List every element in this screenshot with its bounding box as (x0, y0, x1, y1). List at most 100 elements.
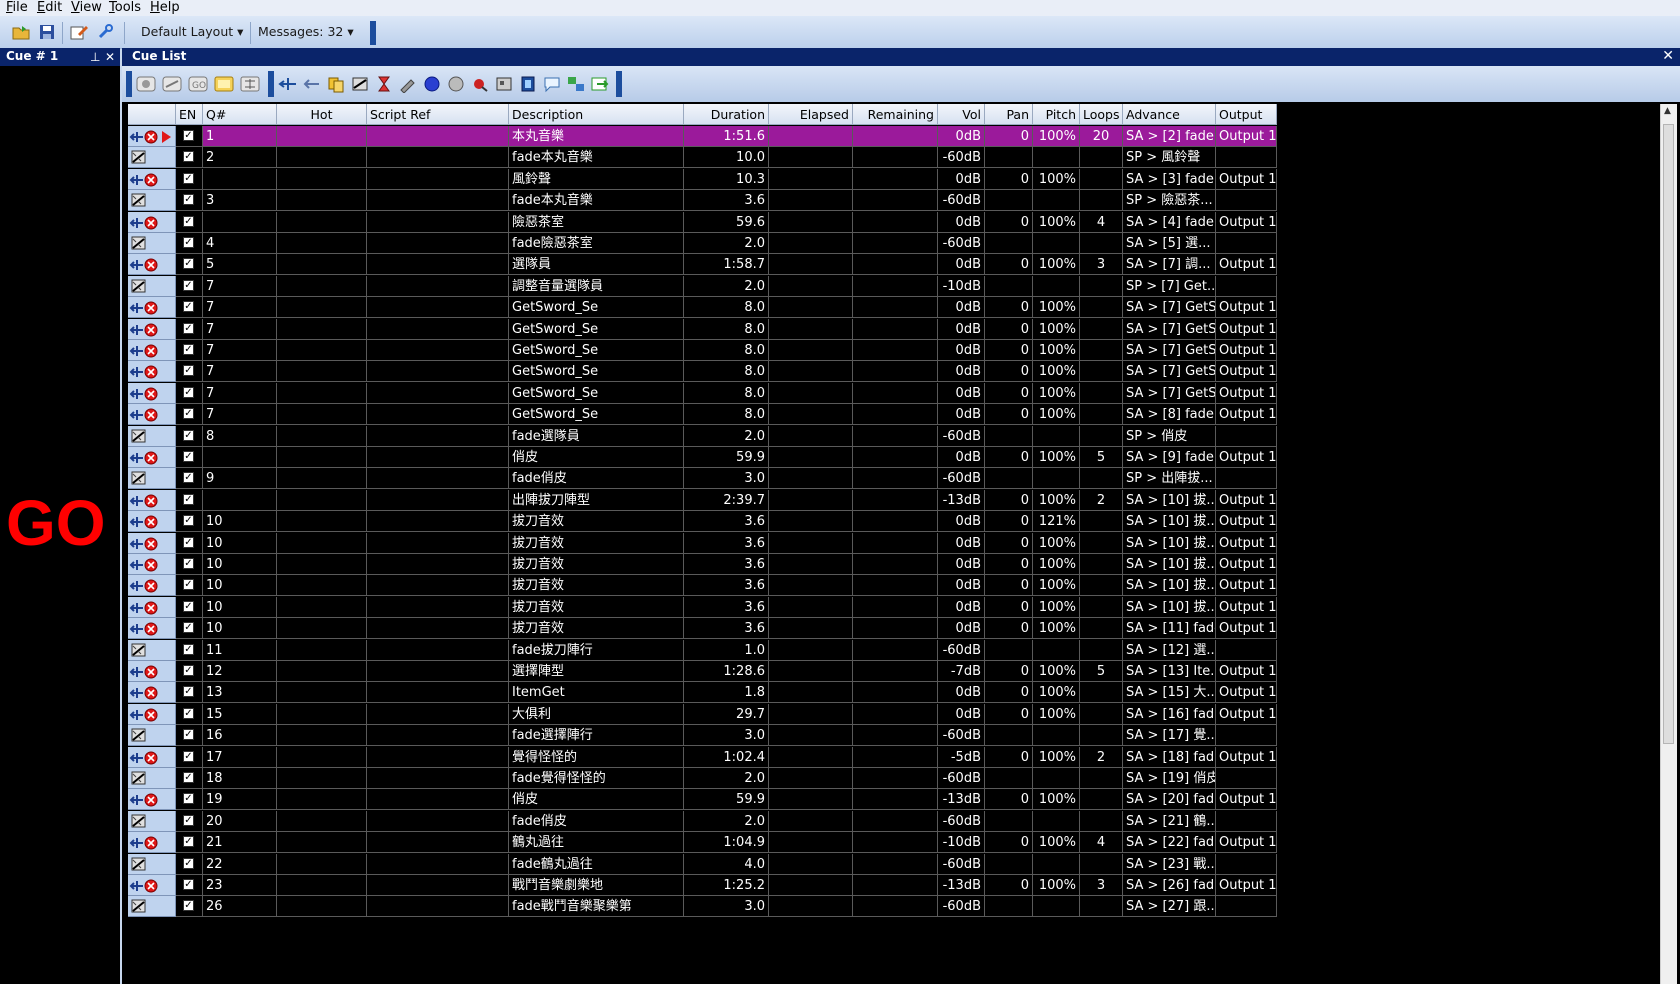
column-header-pitch[interactable]: Pitch (1033, 104, 1080, 125)
cue-type-cell[interactable] (128, 211, 176, 233)
toolbar-grip[interactable] (268, 71, 274, 97)
enabled-checkbox[interactable]: ✓ (183, 643, 194, 655)
expand-button[interactable] (238, 72, 262, 96)
cue-row[interactable]: ✓ 2 fade本丸音樂 10.0 -60dB SP > 風鈴聲 (128, 147, 1277, 169)
column-header-hot[interactable]: Hot (277, 104, 367, 125)
cue-type-cell[interactable] (128, 447, 176, 468)
cue-row[interactable]: ✓ 7 GetSword_Se8.0 0dB0100% SA > [7] GetS...… (128, 361, 1277, 383)
cue-row[interactable]: ✓ 風鈴聲10.3 0dB0100% SA > [3] fade...Output 1 (128, 168, 1277, 190)
enabled-checkbox[interactable]: ✓ (183, 558, 194, 569)
menu-edit[interactable]: Edit (37, 0, 62, 16)
column-header-output[interactable]: Output (1216, 104, 1277, 125)
cue-row[interactable]: ✓ 險惡茶室59.6 0dB0100%4SA > [4] fade...Output… (128, 211, 1277, 233)
cue-row[interactable]: ✓ 7 GetSword_Se8.0 0dB0100% SA > [7] GetS...… (128, 297, 1277, 319)
enabled-checkbox[interactable]: ✓ (183, 515, 194, 527)
video-cue-button[interactable] (516, 72, 540, 96)
cue-row[interactable]: ✓ 俏皮59.9 0dB0100%5SA > [9] fade...Output 1 (128, 447, 1277, 468)
stop-all-button[interactable] (134, 72, 158, 96)
column-header-loops[interactable]: Loops (1080, 104, 1123, 125)
cue-type-cell[interactable] (128, 126, 176, 147)
cue-row[interactable]: ✓ 22 fade鶴丸過往 4.0 -60dB SA > [23] 戰... (128, 853, 1277, 875)
cue-row[interactable]: ✓ 21 鶴丸過往1:04.9 -10dB0100%4SA > [22] fad...… (128, 832, 1277, 854)
scroll-up-icon[interactable]: ▲ (1664, 106, 1671, 116)
enabled-checkbox[interactable]: ✓ (183, 814, 194, 826)
cue-row[interactable]: ✓ 10 拔刀音效 3.6 0dB 0 100% SA > [10] 拔... Output 1 (128, 554, 1277, 575)
enabled-checkbox[interactable]: ✓ (183, 451, 194, 462)
menu-view[interactable]: View (71, 0, 102, 16)
cue-row[interactable]: ✓ 4 fade險惡茶室 2.0 -60dB SA > [5] 選... (128, 233, 1277, 254)
cue-type-cell[interactable] (128, 404, 176, 426)
record-cue-button[interactable] (444, 72, 468, 96)
cue-row[interactable]: ✓ 7 調整音量選隊員 2.0 -10dB SP > [7] Get... (128, 275, 1277, 297)
cue-type-cell[interactable] (128, 511, 176, 533)
enabled-checkbox[interactable]: ✓ (183, 365, 194, 377)
toolbar-grip[interactable] (616, 71, 622, 97)
stop-cue-button[interactable] (468, 72, 492, 96)
cue-row[interactable]: ✓ 10 拔刀音效 3.6 0dB 0 100% SA > [10] 拔... Output 1 (128, 532, 1277, 554)
enabled-checkbox[interactable]: ✓ (183, 879, 194, 890)
cue-type-cell[interactable] (128, 468, 176, 490)
cue-type-cell[interactable] (128, 489, 176, 511)
cue-row[interactable]: ✓ 15 大俱利29.7 0dB0100% SA > [16] fad...Output… (128, 703, 1277, 725)
column-header-volume[interactable]: Vol (938, 104, 985, 125)
enabled-checkbox[interactable]: ✓ (183, 793, 194, 805)
cue-type-cell[interactable] (128, 382, 176, 404)
cue-type-cell[interactable] (128, 297, 176, 319)
cue-row[interactable]: ✓ 7 GetSword_Se8.0 0dB0100% SA > [7] GetS...… (128, 318, 1277, 340)
enabled-checkbox[interactable]: ✓ (183, 472, 194, 484)
enabled-checkbox[interactable]: ✓ (183, 301, 194, 313)
enabled-checkbox[interactable]: ✓ (183, 665, 194, 676)
enabled-checkbox[interactable]: ✓ (183, 130, 194, 141)
save-button[interactable] (36, 22, 58, 42)
cue-type-cell[interactable] (128, 532, 176, 554)
enabled-checkbox[interactable]: ✓ (183, 408, 194, 420)
enabled-checkbox[interactable]: ✓ (183, 194, 194, 206)
menu-tools[interactable]: Tools (109, 0, 141, 16)
close-icon[interactable]: ✕ (1662, 48, 1674, 64)
close-icon[interactable]: ✕ (105, 49, 115, 65)
cue-row[interactable]: ✓ 出陣拔刀陣型 2:39.7 -13dB 0 100% 2 SA > [10] 拔... Ou… (128, 489, 1277, 511)
cue-row[interactable]: ✓ 3 fade本丸音樂 3.6 -60dB SP > 險惡茶... (128, 190, 1277, 212)
messages-dropdown[interactable]: Messages: 32 ▾ (258, 22, 354, 42)
column-header-duration[interactable]: Duration (684, 104, 769, 125)
cue-row[interactable]: ✓ 13 ItemGet 1.8 0dB 0 100% SA > [15] 大... Outpu… (128, 682, 1277, 704)
column-header-type[interactable] (128, 104, 176, 125)
go-button[interactable]: GO (6, 488, 106, 558)
enabled-checkbox[interactable]: ✓ (183, 237, 194, 248)
cue-type-cell[interactable] (128, 896, 176, 918)
enabled-checkbox[interactable]: ✓ (183, 322, 194, 334)
cue-row[interactable]: ✓ 10 拔刀音效 3.6 0dB 0 100% SA > [10] 拔... Output 1 (128, 575, 1277, 597)
cue-type-cell[interactable] (128, 596, 176, 618)
cue-row[interactable]: ✓ 19 俏皮59.9 -13dB0100% SA > [20] fad...Outpu… (128, 789, 1277, 811)
cue-type-cell[interactable] (128, 789, 176, 811)
enabled-checkbox[interactable]: ✓ (183, 579, 194, 591)
cue-type-cell[interactable] (128, 168, 176, 190)
cue-row[interactable]: ✓ 18 fade覺得怪怪的 2.0 -60dB SA > [19] 俏皮 (128, 768, 1277, 789)
cue-type-cell[interactable] (128, 275, 176, 297)
cue-row[interactable]: ✓ 7 GetSword_Se8.0 0dB0100% SA > [7] GetS...… (128, 382, 1277, 404)
cue-type-cell[interactable] (128, 575, 176, 597)
comment-cue-button[interactable] (540, 72, 564, 96)
cue-row[interactable]: ✓ 11 fade拔刀陣行 1.0 -60dB SA > [12] 選... (128, 639, 1277, 661)
fade-all-button[interactable] (160, 72, 184, 96)
cue-type-cell[interactable] (128, 725, 176, 747)
cue-type-cell[interactable] (128, 254, 176, 276)
enabled-checkbox[interactable]: ✓ (183, 772, 194, 783)
export-button[interactable] (588, 72, 612, 96)
layout-dropdown[interactable]: Default Layout ▾ (141, 22, 243, 42)
enabled-checkbox[interactable]: ✓ (183, 493, 194, 505)
menu-file[interactable]: File (6, 0, 28, 16)
cue-type-cell[interactable] (128, 661, 176, 682)
enabled-checkbox[interactable]: ✓ (183, 836, 194, 848)
open-folder-button[interactable] (10, 22, 32, 42)
cue-type-cell[interactable] (128, 618, 176, 640)
cue-row[interactable]: ✓ 26 fade戰鬥音樂聚樂第 3.0 -60dB SA > [27] 跟... (128, 896, 1277, 918)
column-header-script-ref[interactable]: Script Ref (367, 104, 509, 125)
column-header-enabled[interactable]: EN (176, 104, 203, 125)
cue-type-cell[interactable] (128, 682, 176, 704)
cue-type-cell[interactable] (128, 425, 176, 447)
column-header-cue-number[interactable]: Q# (203, 104, 277, 125)
enabled-checkbox[interactable]: ✓ (183, 857, 194, 869)
cue-row[interactable]: ✓ 9 fade俏皮 3.0 -60dB SP > 出陣拔... (128, 468, 1277, 490)
cue-type-cell[interactable] (128, 832, 176, 854)
